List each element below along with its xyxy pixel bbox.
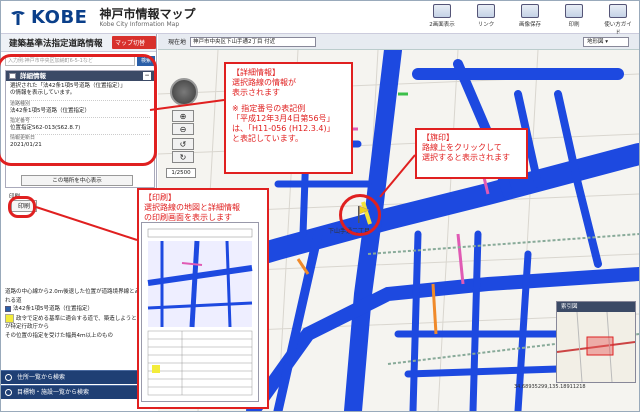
print-header-button[interactable]: 印刷: [559, 4, 589, 36]
scale-display[interactable]: 1/2500: [166, 168, 196, 178]
checkbox-icon[interactable]: [5, 305, 11, 312]
address-label: 現在地: [168, 39, 187, 46]
app-header: KOBE 神戸市情報マップ Kobe City Information Map …: [1, 1, 639, 36]
link-button[interactable]: リンク: [471, 4, 501, 36]
dual-view-button[interactable]: 2画面表示: [427, 4, 457, 36]
guide-button[interactable]: 使い方ガイド: [603, 4, 633, 36]
dual-view-icon: [433, 4, 451, 18]
zoom-out-button[interactable]: ⊖: [172, 123, 194, 135]
search-icon: [5, 389, 12, 396]
legend: 道路の中心線から2.0m後退した位置が道路境界線とみなされる道 法42条1項5号…: [5, 288, 155, 340]
map-toolbar: 現在地 神戸市中央区下山手通2丁目 付近 地形図 ▾: [158, 34, 639, 50]
address-list-search-bar[interactable]: 住所一覧から検索: [1, 370, 157, 384]
pan-control[interactable]: [170, 78, 198, 106]
legend-item[interactable]: 法42条1項5号道路（位置指定）: [5, 305, 155, 314]
center-location-button[interactable]: この場所を中心表示: [21, 175, 133, 186]
rotate-right-button[interactable]: ↻: [172, 151, 194, 163]
index-minimap[interactable]: 索引図: [556, 301, 636, 383]
search-icon: [5, 374, 12, 381]
print-preview-thumbnail: [141, 222, 259, 402]
link-icon: [477, 4, 495, 18]
legend-text: 道路の中心線から2.0m後退した位置が道路境界線とみなされる道: [5, 289, 152, 304]
logo-text: KOBE: [31, 7, 88, 28]
header-toolbar: 2画面表示 リンク 画像保存 印刷 使い方ガイド: [427, 4, 633, 36]
map-switch-button[interactable]: マップ切替: [112, 36, 156, 49]
app-title: 神戸市情報マップ: [99, 6, 196, 21]
rotate-left-button[interactable]: ↺: [172, 138, 194, 150]
current-address-field[interactable]: 神戸市中央区下山手通2丁目 付近: [190, 37, 316, 47]
app-subtitle: Kobe City Information Map: [99, 20, 180, 28]
legend-item: 政令で定める基準に適合する道で、築造しようとする者が特定行政庁から: [5, 313, 154, 331]
guide-icon: [609, 4, 627, 18]
detail-callout: 【詳細情報】 選択路線の情報が 表示されます ※ 指定番号の表記例 「平成12年…: [224, 62, 353, 174]
flag-highlight-circle: [339, 194, 381, 236]
facility-list-search-bar[interactable]: 目標物・施設一覧から検索: [1, 385, 157, 399]
flag-callout: 【旗印】 路線上をクリックして 選択すると表示されます: [415, 128, 528, 179]
coordinate-readout: 34.68935299,135.18911218: [514, 384, 586, 390]
printer-icon: [565, 4, 583, 18]
print-highlight-frame: [8, 196, 36, 218]
minimap-title: 索引図: [557, 302, 635, 312]
logo: KOBE 神戸市情報マップ Kobe City Information Map: [9, 7, 195, 28]
minimap-canvas[interactable]: [556, 311, 636, 383]
zoom-in-button[interactable]: ⊕: [172, 110, 194, 122]
layer-select[interactable]: 地形図 ▾: [583, 37, 629, 47]
yellow-swatch-icon: [5, 313, 14, 323]
details-highlight-frame: [0, 54, 157, 166]
save-image-icon: [521, 4, 539, 18]
legend-text: その位置の指定を受けた幅員4ｍ以上のもの: [5, 332, 114, 339]
kobe-logo-icon: [9, 9, 27, 27]
save-image-button[interactable]: 画像保存: [515, 4, 545, 36]
